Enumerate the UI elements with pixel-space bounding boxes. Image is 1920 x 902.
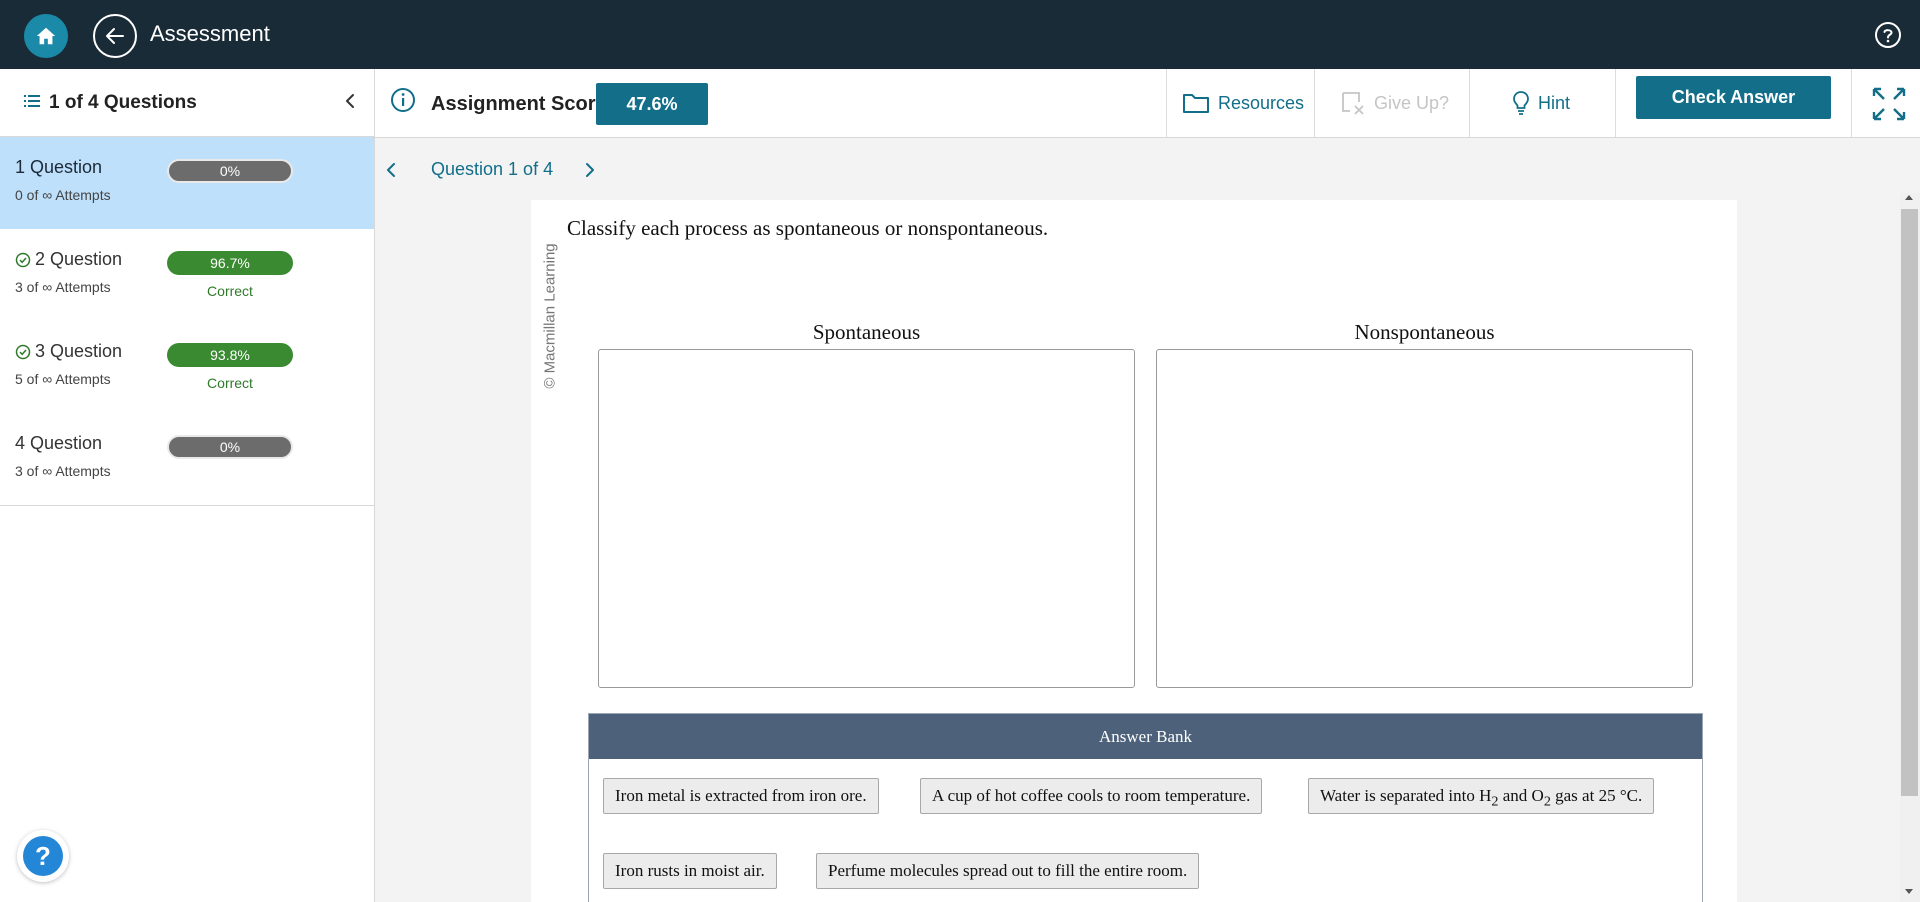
question-position-label: Question 1 of 4 bbox=[431, 159, 554, 179]
question-score-bar: 0% bbox=[167, 435, 293, 459]
question-attempts: 0 of ∞ Attempts bbox=[15, 187, 111, 203]
question-score-bar: 0% bbox=[167, 159, 293, 183]
question-name: 1 Question bbox=[15, 157, 103, 177]
check-answer-button[interactable]: Check Answer bbox=[1636, 76, 1831, 119]
home-button[interactable] bbox=[24, 14, 68, 58]
nonspontaneous-drop-zone[interactable] bbox=[1156, 349, 1693, 688]
give-up-icon bbox=[1342, 92, 1364, 115]
question-name: 2 Question bbox=[15, 249, 122, 270]
sidebar-divider bbox=[0, 505, 374, 506]
sidebar-item-question-2[interactable]: 2 Question 3 of ∞ Attempts 96.7% Correct bbox=[0, 229, 374, 321]
nonspontaneous-column-title: Nonspontaneous bbox=[1354, 320, 1495, 344]
top-bar: Assessment bbox=[0, 0, 1920, 69]
arrow-left-icon bbox=[106, 28, 124, 44]
answer-chip-iron-extracted[interactable]: Iron metal is extracted from iron ore. bbox=[603, 778, 879, 814]
scrollbar-thumb[interactable] bbox=[1901, 209, 1918, 796]
answer-bank-header: Answer Bank bbox=[589, 714, 1702, 759]
question-attempts: 3 of ∞ Attempts bbox=[15, 279, 111, 295]
info-icon[interactable] bbox=[390, 87, 416, 113]
question-attempts: 5 of ∞ Attempts bbox=[15, 371, 111, 387]
previous-question-icon[interactable] bbox=[384, 160, 398, 180]
answer-chip-water-separated[interactable]: Water is separated into H2 and O2 gas at… bbox=[1308, 778, 1655, 814]
help-button[interactable] bbox=[1875, 22, 1901, 48]
chevron-left-icon bbox=[346, 94, 354, 108]
question-sidebar: 1 of 4 Questions 1 Question 0 of ∞ Attem… bbox=[0, 69, 375, 902]
question-prompt: Classify each process as spontaneous or … bbox=[567, 216, 1049, 240]
question-name: 4 Question bbox=[15, 433, 103, 453]
question-name: 3 Question bbox=[15, 341, 122, 362]
assignment-toolbar: Assignment Score: 47.6% Resources Give U… bbox=[375, 69, 1920, 138]
question-attempts: 3 of ∞ Attempts bbox=[15, 463, 111, 479]
answer-chip-coffee-cools[interactable]: A cup of hot coffee cools to room temper… bbox=[920, 778, 1263, 814]
toolbar-divider bbox=[1314, 69, 1315, 137]
sidebar-header: 1 of 4 Questions bbox=[0, 69, 375, 137]
scroll-down-icon[interactable] bbox=[1905, 889, 1913, 894]
lightbulb-icon bbox=[1513, 91, 1529, 115]
question-mark-icon bbox=[1883, 29, 1893, 43]
answer-chip-perfume-spreads[interactable]: Perfume molecules spread out to fill the… bbox=[816, 853, 1200, 889]
question-status: Correct bbox=[207, 283, 253, 299]
give-up-button[interactable]: Give Up? bbox=[1340, 69, 1449, 137]
question-status: Correct bbox=[207, 375, 253, 391]
answer-chip-iron-rusts[interactable]: Iron rusts in moist air. bbox=[603, 853, 777, 889]
toolbar-divider bbox=[1851, 69, 1852, 137]
assignment-score-badge: 47.6% bbox=[596, 83, 708, 125]
spontaneous-column-title: Spontaneous bbox=[812, 320, 921, 344]
question-score-bar: 96.7% bbox=[167, 251, 293, 275]
folder-icon bbox=[1183, 94, 1209, 113]
next-question-icon[interactable] bbox=[583, 160, 597, 180]
page-title: Assessment bbox=[150, 21, 270, 46]
toolbar-divider bbox=[1615, 69, 1616, 137]
copyright-watermark: © Macmillan Learning bbox=[541, 243, 559, 389]
sidebar-title: 1 of 4 Questions bbox=[49, 92, 197, 113]
collapse-sidebar-button[interactable] bbox=[340, 89, 360, 113]
spontaneous-drop-zone[interactable] bbox=[598, 349, 1135, 688]
floating-help-button[interactable]: ? bbox=[17, 830, 69, 882]
hint-button[interactable]: Hint bbox=[1512, 69, 1570, 137]
question-mark-icon: ? bbox=[23, 836, 63, 876]
fullscreen-icon[interactable] bbox=[1872, 87, 1906, 121]
answer-bank: Answer Bank Iron metal is extracted from… bbox=[588, 713, 1703, 902]
toolbar-divider bbox=[1166, 69, 1167, 137]
sidebar-item-question-1[interactable]: 1 Question 0 of ∞ Attempts 0% bbox=[0, 137, 374, 229]
scroll-up-icon[interactable] bbox=[1905, 195, 1913, 200]
list-icon bbox=[24, 95, 40, 107]
check-circle-icon bbox=[15, 344, 31, 359]
home-icon bbox=[36, 27, 56, 45]
sidebar-item-question-3[interactable]: 3 Question 5 of ∞ Attempts 93.8% Correct bbox=[0, 321, 374, 413]
assignment-score-label: Assignment Score: bbox=[431, 93, 614, 115]
sidebar-item-question-4[interactable]: 4 Question 3 of ∞ Attempts 0% bbox=[0, 413, 374, 505]
check-circle-icon bbox=[15, 252, 31, 267]
resources-button[interactable]: Resources bbox=[1182, 69, 1304, 137]
toolbar-divider bbox=[1469, 69, 1470, 137]
back-button[interactable] bbox=[93, 14, 137, 58]
question-score-bar: 93.8% bbox=[167, 343, 293, 367]
